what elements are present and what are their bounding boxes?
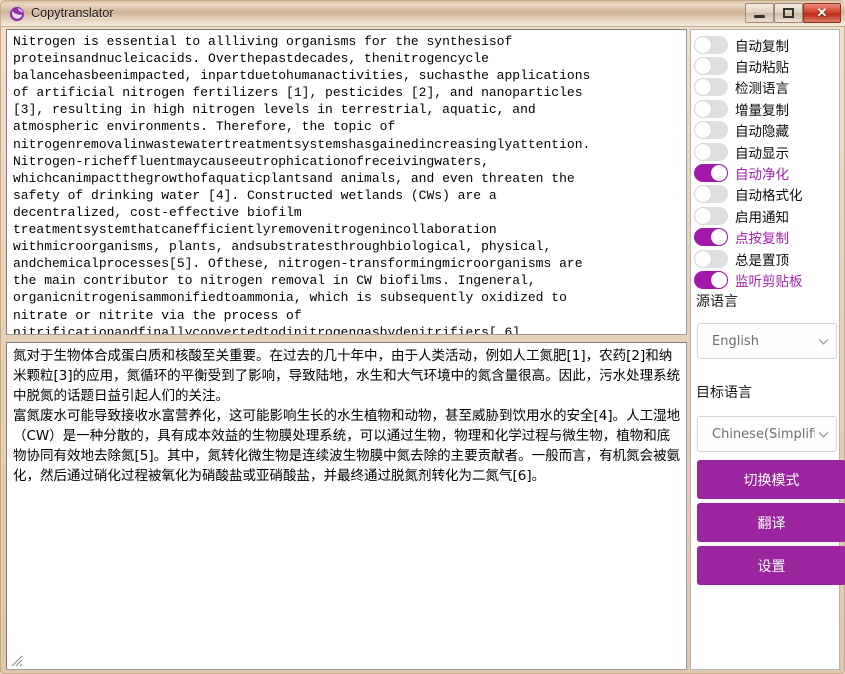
target-text-content: 氮对于生物体合成蛋白质和核酸至关重要。在过去的几十年中，由于人类活动，例如人工氮… (13, 346, 682, 486)
toggle-knob (711, 165, 727, 181)
chevron-down-icon (817, 428, 830, 441)
toggle-label: 点按复制 (735, 227, 789, 247)
toggle-label: 启用通知 (735, 206, 789, 226)
toggle-knob (695, 101, 711, 117)
toggle-switch-off-icon[interactable] (694, 57, 728, 75)
toggle-row[interactable]: 点按复制 (694, 227, 840, 248)
minimize-icon (746, 4, 773, 22)
toggle-switch-off-icon[interactable] (694, 250, 728, 268)
target-language-label: 目标语言 (696, 382, 752, 402)
source-language-select[interactable]: English (697, 323, 837, 359)
maximize-button[interactable] (774, 3, 803, 23)
toggle-label: 自动格式化 (735, 184, 803, 204)
window-title: Copytranslator (31, 6, 114, 20)
toggle-knob (711, 272, 727, 288)
target-text-area[interactable]: 氮对于生物体合成蛋白质和核酸至关重要。在过去的几十年中，由于人类活动，例如人工氮… (6, 342, 687, 670)
toggle-row[interactable]: 自动格式化 (694, 184, 840, 205)
settings-sidebar: 自动复制自动粘贴检测语言增量复制自动隐藏自动显示自动净化自动格式化启用通知点按复… (690, 29, 840, 670)
settings-button[interactable]: 设置 (697, 546, 845, 585)
toggle-row[interactable]: 监听剪贴板 (694, 269, 840, 290)
maximize-icon (775, 4, 802, 22)
toggle-switch-off-icon[interactable] (694, 121, 728, 139)
toggle-switch-on-icon[interactable] (694, 164, 728, 182)
toggle-knob (695, 186, 711, 202)
source-language-label: 源语言 (696, 291, 738, 311)
switch-mode-button[interactable]: 切换模式 (697, 460, 845, 499)
toggle-row[interactable]: 自动复制 (694, 34, 840, 55)
source-language-value: English (712, 334, 815, 349)
toggle-knob (695, 251, 711, 267)
toggle-row[interactable]: 自动粘贴 (694, 55, 840, 76)
toggle-label: 自动粘贴 (735, 56, 789, 76)
toggle-label: 自动净化 (735, 163, 789, 183)
toggle-switch-off-icon[interactable] (694, 36, 728, 54)
toggle-label: 总是置顶 (735, 249, 789, 269)
toggle-switch-on-icon[interactable] (694, 271, 728, 289)
toggle-label: 检测语言 (735, 77, 789, 97)
toggle-switch-on-icon[interactable] (694, 228, 728, 246)
toggle-row[interactable]: 自动显示 (694, 141, 840, 162)
toggle-row[interactable]: 增量复制 (694, 98, 840, 119)
client-area: Nitrogen is essential to allliving organ… (4, 28, 843, 672)
toggle-row[interactable]: 启用通知 (694, 205, 840, 226)
toggle-label: 自动复制 (735, 35, 789, 55)
toggle-switch-off-icon[interactable] (694, 185, 728, 203)
toggle-row[interactable]: 自动净化 (694, 162, 840, 183)
toggle-knob (695, 79, 711, 95)
source-text-area[interactable]: Nitrogen is essential to allliving organ… (6, 29, 687, 335)
close-button[interactable]: ✕ (803, 3, 841, 23)
toggle-row[interactable]: 总是置顶 (694, 248, 840, 269)
toggle-row[interactable]: 检测语言 (694, 77, 840, 98)
toggle-label: 自动显示 (735, 142, 789, 162)
target-language-value: Chinese(Simplified) (712, 427, 815, 442)
minimize-button[interactable] (745, 3, 774, 23)
close-icon: ✕ (804, 4, 840, 22)
toggle-row[interactable]: 自动隐藏 (694, 120, 840, 141)
resize-grip-icon[interactable] (11, 654, 23, 666)
toggle-switch-off-icon[interactable] (694, 207, 728, 225)
app-logo-icon (9, 6, 25, 22)
target-language-select[interactable]: Chinese(Simplified) (697, 416, 837, 452)
translate-button[interactable]: 翻译 (697, 503, 845, 542)
toggle-switch-off-icon[interactable] (694, 143, 728, 161)
toggle-label: 自动隐藏 (735, 120, 789, 140)
toggle-label: 增量复制 (735, 99, 789, 119)
title-bar: Copytranslator ✕ (1, 1, 845, 27)
toggle-knob (711, 229, 727, 245)
toggle-switch-off-icon[interactable] (694, 100, 728, 118)
toggle-switch-off-icon[interactable] (694, 78, 728, 96)
toggle-label: 监听剪贴板 (735, 270, 803, 290)
toggle-knob (695, 122, 711, 138)
toggle-knob (695, 208, 711, 224)
toggle-knob (695, 58, 711, 74)
application-window: Copytranslator ✕ Nitrogen is essential t… (0, 0, 845, 674)
chevron-down-icon (817, 335, 830, 348)
source-text-content: Nitrogen is essential to allliving organ… (13, 33, 682, 335)
toggle-knob (695, 37, 711, 53)
toggle-knob (695, 144, 711, 160)
